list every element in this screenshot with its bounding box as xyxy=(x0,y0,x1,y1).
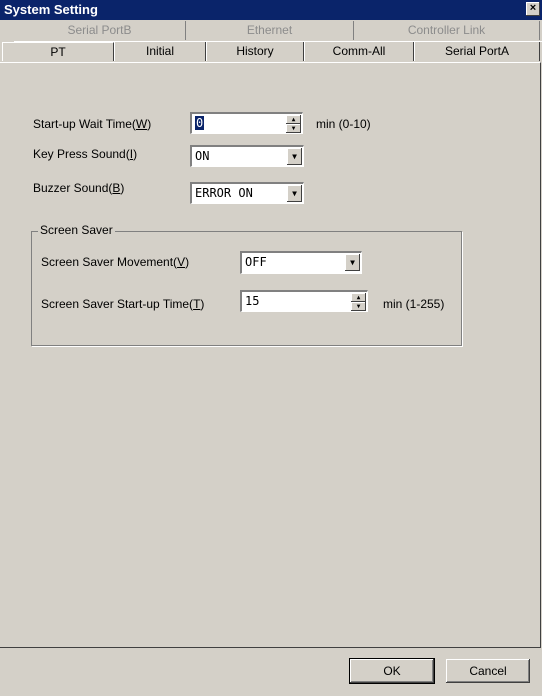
window-title: System Setting xyxy=(4,2,98,17)
tab-ethernet[interactable]: Ethernet xyxy=(186,21,354,40)
spin-down-icon[interactable]: ▼ xyxy=(351,302,366,311)
tab-serial-portb[interactable]: Serial PortB xyxy=(14,21,186,40)
chevron-down-icon[interactable]: ▼ xyxy=(345,254,360,271)
startup-wait-unit: min (0-10) xyxy=(316,117,371,131)
startup-wait-label: Start-up Wait Time(W) xyxy=(33,117,152,131)
screen-saver-group xyxy=(31,231,462,346)
chevron-down-icon[interactable]: ▼ xyxy=(287,185,302,202)
screen-saver-startup-unit: min (1-255) xyxy=(383,297,445,311)
cancel-button[interactable]: Cancel xyxy=(446,659,530,683)
buzzer-value: ERROR ON xyxy=(195,186,253,200)
tab-comm-all[interactable]: Comm-All xyxy=(304,42,414,61)
chevron-down-icon[interactable]: ▼ xyxy=(287,148,302,165)
title-bar: System Setting × xyxy=(0,0,542,20)
screen-saver-startup-spinner[interactable]: ▲ ▼ xyxy=(351,293,366,311)
system-setting-dialog: System Setting × Serial PortB Ethernet C… xyxy=(0,0,542,696)
buzzer-select[interactable]: ERROR ON ▼ xyxy=(190,182,304,204)
tab-controller-link[interactable]: Controller Link xyxy=(354,21,540,40)
key-press-label: Key Press Sound(I) xyxy=(33,147,138,161)
spin-down-icon[interactable]: ▼ xyxy=(286,124,301,133)
spin-up-icon[interactable]: ▲ xyxy=(286,115,301,124)
buzzer-label: Buzzer Sound(B) xyxy=(33,181,125,195)
screen-saver-startup-value: 15 xyxy=(245,294,260,308)
startup-wait-input[interactable]: 0 ▲ ▼ xyxy=(190,112,303,134)
spin-up-icon[interactable]: ▲ xyxy=(351,293,366,302)
tab-pt[interactable]: PT xyxy=(2,42,114,61)
close-icon[interactable]: × xyxy=(526,2,540,16)
startup-wait-spinner[interactable]: ▲ ▼ xyxy=(286,115,301,133)
screen-saver-movement-label: Screen Saver Movement(V) xyxy=(41,255,190,269)
key-press-value: ON xyxy=(195,149,210,163)
screen-saver-movement-value: OFF xyxy=(245,255,267,269)
startup-wait-value: 0 xyxy=(195,116,205,130)
screen-saver-startup-label: Screen Saver Start-up Time(T) xyxy=(41,297,205,311)
tab-initial[interactable]: Initial xyxy=(114,42,206,61)
tab-serial-porta[interactable]: Serial PortA xyxy=(414,42,540,61)
tab-history[interactable]: History xyxy=(206,42,304,61)
screen-saver-group-title: Screen Saver xyxy=(38,223,115,237)
screen-saver-movement-select[interactable]: OFF ▼ xyxy=(240,251,362,274)
ok-button[interactable]: OK xyxy=(349,658,435,684)
screen-saver-startup-input[interactable]: 15 ▲ ▼ xyxy=(240,290,368,312)
key-press-select[interactable]: ON ▼ xyxy=(190,145,304,167)
